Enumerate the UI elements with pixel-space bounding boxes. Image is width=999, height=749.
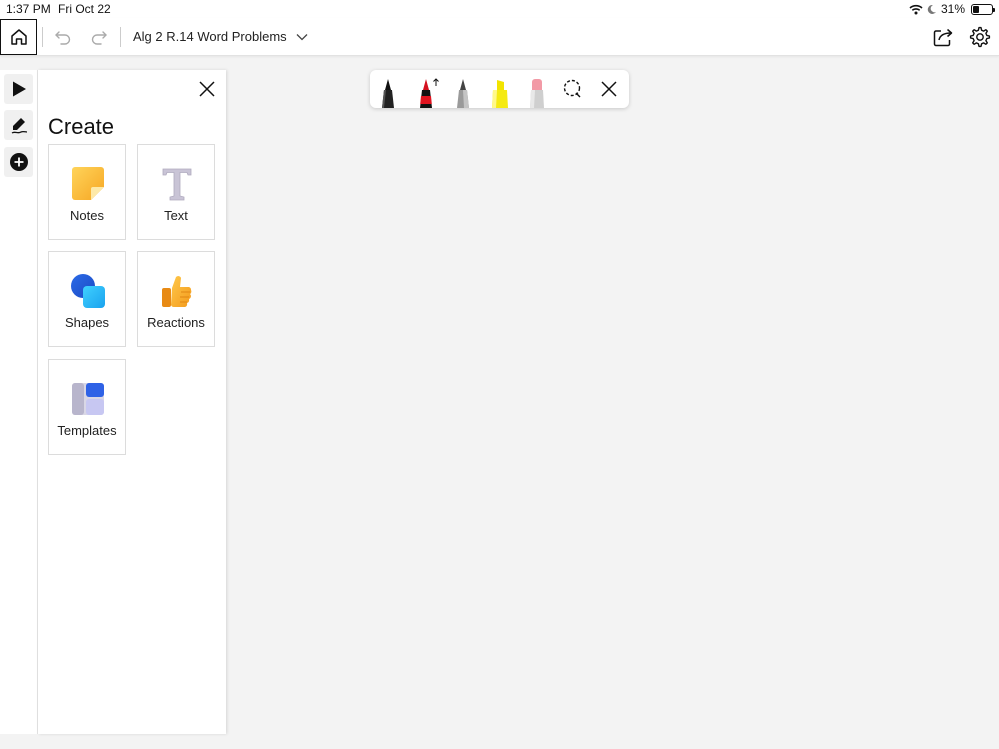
moon-icon: [927, 4, 936, 14]
chevron-down-icon: [296, 33, 308, 40]
home-button[interactable]: [0, 19, 37, 55]
share-button[interactable]: [932, 26, 954, 48]
templates-icon: [72, 383, 104, 415]
sticky-note-icon: [72, 167, 104, 200]
ink-toolbar: [370, 70, 629, 108]
close-icon: [601, 81, 617, 97]
select-tool-button[interactable]: [4, 74, 33, 104]
top-toolbar: Alg 2 R.14 Word Problems: [0, 18, 999, 56]
board-title: Alg 2 R.14 Word Problems: [133, 29, 287, 44]
tile-label: Templates: [57, 423, 117, 438]
inking-tool-button[interactable]: [4, 110, 33, 140]
eraser-button[interactable]: [527, 78, 547, 108]
close-ink-toolbar-button[interactable]: [600, 80, 618, 98]
lasso-select-button[interactable]: [562, 78, 584, 100]
home-icon: [10, 29, 27, 45]
red-pen-icon: [420, 78, 439, 108]
red-pen-button[interactable]: [416, 78, 439, 108]
status-indicators: 31%: [909, 2, 995, 16]
pointer-icon: [12, 81, 26, 97]
status-time: 1:37 PM: [6, 2, 51, 16]
templates-tile[interactable]: Templates: [48, 359, 126, 455]
black-pen-button[interactable]: [378, 78, 398, 108]
battery-percentage: 31%: [940, 2, 965, 16]
battery-icon: [971, 3, 995, 15]
tile-label: Shapes: [64, 315, 110, 330]
highlighter-button[interactable]: [489, 78, 509, 108]
wifi-icon: [909, 4, 923, 14]
toolbar-divider: [120, 27, 121, 47]
text-icon: [162, 168, 192, 201]
panel-close-button[interactable]: [198, 80, 216, 98]
tile-label: Text: [164, 208, 188, 223]
undo-icon: [55, 31, 71, 45]
whiteboard-canvas[interactable]: [226, 56, 999, 749]
close-icon: [199, 81, 215, 97]
reactions-tile[interactable]: Reactions: [137, 251, 215, 347]
tile-label: Reactions: [147, 315, 205, 330]
text-tile[interactable]: Text: [137, 144, 215, 240]
create-panel: Create Notes Text Shapes Reactions Templ…: [38, 70, 226, 734]
highlighter-icon: [492, 80, 508, 108]
undo-button[interactable]: [52, 26, 74, 48]
notes-tile[interactable]: Notes: [48, 144, 126, 240]
lasso-icon: [563, 79, 581, 98]
panel-title: Create: [48, 114, 115, 139]
thumbs-up-icon: [162, 276, 192, 308]
black-pen-icon: [382, 79, 394, 108]
pen-icon: [11, 118, 27, 134]
toolbar-divider: [42, 27, 43, 47]
pencil-icon: [457, 79, 469, 108]
settings-button[interactable]: [969, 26, 991, 48]
pencil-button[interactable]: [453, 78, 473, 108]
tile-label: Notes: [70, 208, 104, 223]
redo-button[interactable]: [88, 26, 110, 48]
share-icon: [933, 28, 953, 47]
board-title-dropdown[interactable]: Alg 2 R.14 Word Problems: [133, 29, 308, 44]
redo-icon: [91, 31, 107, 45]
status-date: Fri Oct 22: [58, 2, 111, 16]
eraser-icon: [530, 79, 544, 108]
shapes-icon: [71, 274, 105, 308]
create-button[interactable]: [4, 147, 33, 177]
plus-circle-icon: [9, 153, 28, 171]
status-bar: 1:37 PM Fri Oct 22 31%: [0, 0, 999, 18]
shapes-tile[interactable]: Shapes: [48, 251, 126, 347]
left-tool-rail: [0, 70, 38, 734]
gear-icon: [969, 26, 991, 48]
